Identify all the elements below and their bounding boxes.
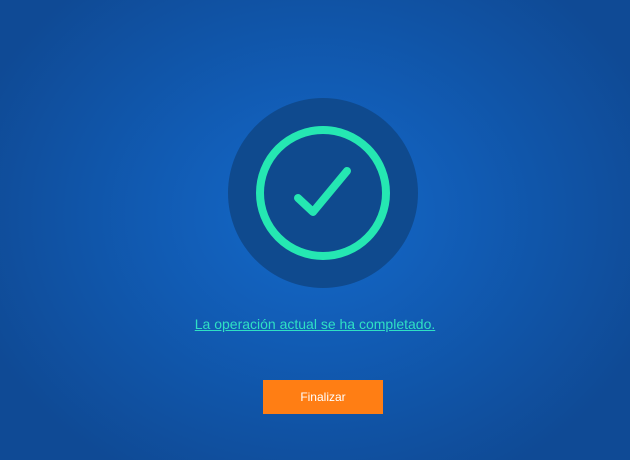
check-circle-icon (256, 126, 390, 260)
success-badge (228, 98, 418, 288)
finish-button[interactable]: Finalizar (263, 380, 383, 414)
completion-message-link[interactable]: La operación actual se ha completado. (0, 316, 630, 332)
